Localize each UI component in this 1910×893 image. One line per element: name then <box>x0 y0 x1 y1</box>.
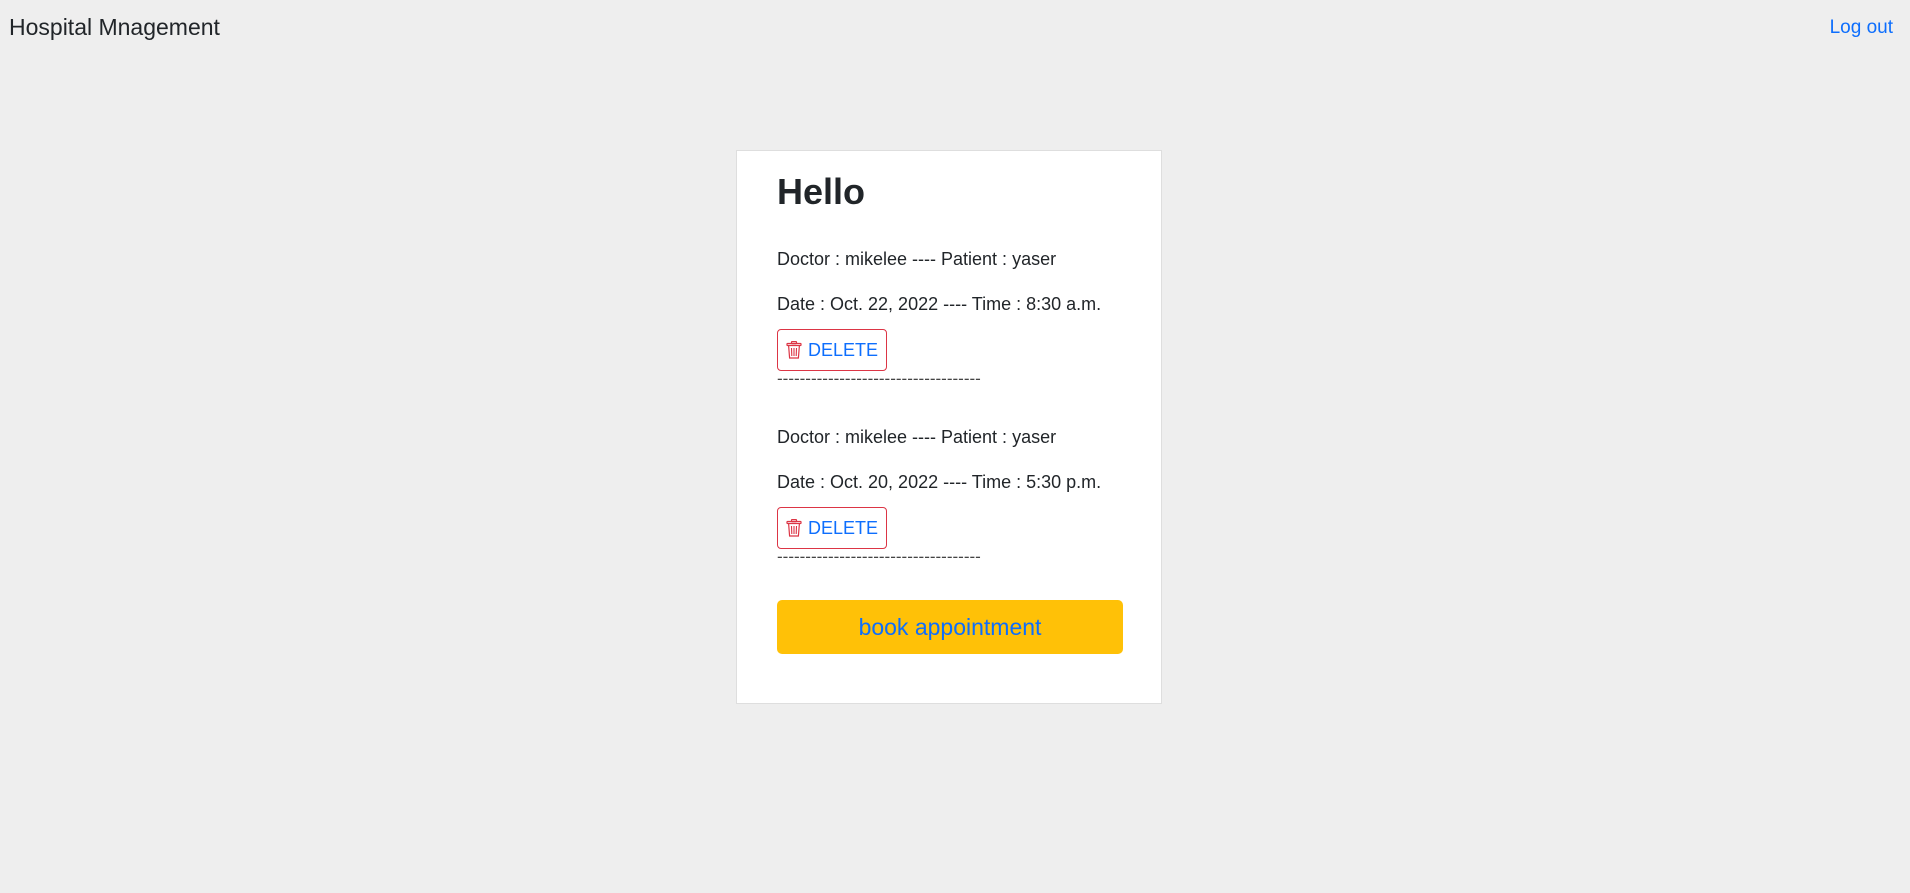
appointment-divider: ------------------------------------ <box>777 369 981 388</box>
delete-button-label: DELETE <box>807 339 879 360</box>
book-appointment-button[interactable]: book appointment <box>777 600 1123 654</box>
appointment-people: Doctor : mikelee ---- Patient : yaser <box>777 427 1057 447</box>
delete-button[interactable]: DELETE <box>777 329 887 371</box>
appointment-people: Doctor : mikelee ---- Patient : yaser <box>777 249 1057 269</box>
greeting-heading: Hello <box>777 171 866 212</box>
appointment-datetime: Date : Oct. 20, 2022 ---- Time : 5:30 p.… <box>777 472 1102 492</box>
trash-icon <box>786 519 802 537</box>
appointment-divider: ------------------------------------ <box>777 547 981 566</box>
trash-icon <box>786 341 802 359</box>
delete-button-label: DELETE <box>807 517 879 538</box>
navbar: Hospital Mnagement Log out <box>0 0 1910 58</box>
logout-link[interactable]: Log out <box>1830 17 1893 39</box>
delete-button[interactable]: DELETE <box>777 507 887 549</box>
appointment-datetime: Date : Oct. 22, 2022 ---- Time : 8:30 a.… <box>777 294 1102 314</box>
appointments-card: Hello Doctor : mikelee ---- Patient : ya… <box>736 150 1162 704</box>
brand-title: Hospital Mnagement <box>9 14 220 40</box>
